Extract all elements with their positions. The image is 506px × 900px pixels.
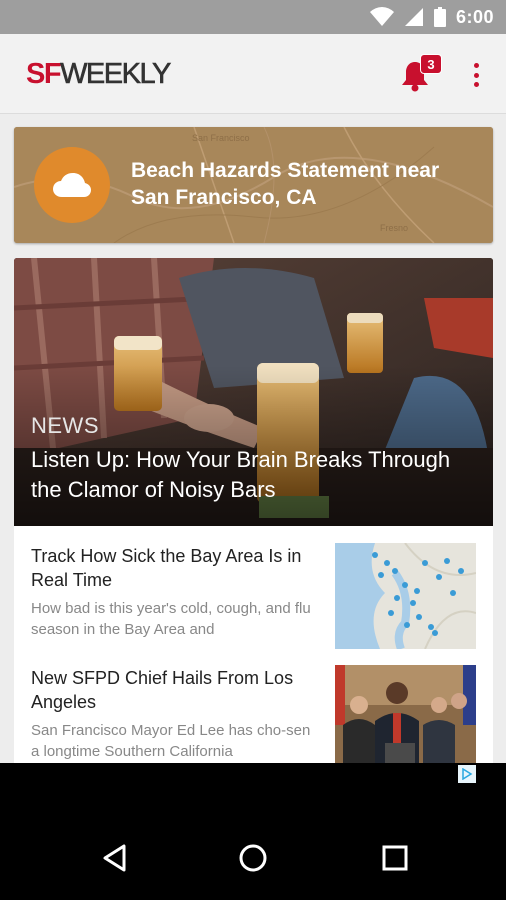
dot [473,72,479,78]
status-time: 6:00 [455,6,494,27]
dot [473,63,479,68]
signal-icon [404,8,423,26]
press-conference-image [335,665,476,765]
system-nav-bar [0,813,506,900]
back-icon[interactable] [100,843,130,873]
status-bar: 6:00 [0,0,506,34]
battery-icon [433,7,446,27]
alert-text: Beach Hazards Statement near San Francis… [131,159,440,209]
article-list: Track How Sick the Bay Area Is in Real T… [14,526,493,766]
weather-badge [34,147,110,223]
ad-choices-icon[interactable] [458,765,476,783]
article-summary: How bad is this year's cold, cough, and … [31,600,311,638]
cloud-icon [53,173,91,197]
article-title: Track How Sick the Bay Area Is in Real T… [31,546,302,590]
article-thumbnail [335,665,476,765]
list-item[interactable]: Track How Sick the Bay Area Is in Real T… [14,526,493,649]
article-thumbnail [335,543,476,649]
wifi-icon [369,7,394,27]
app-bar: SFWEEKLY 3 [0,34,506,114]
map-label-fresno: Fresno [380,223,408,233]
dot [473,82,479,87]
map-label-san-francisco: San Francisco [192,133,250,143]
hero-headline: Listen Up: How Your Brain Breaks Through… [31,447,451,502]
notifications-button[interactable]: 3 [400,54,442,92]
recents-icon[interactable] [380,843,410,873]
article-summary: San Francisco Mayor Ed Lee has cho-sen a… [31,722,311,760]
article-title: New SFPD Chief Hails From Los Angeles [31,668,294,712]
overflow-menu-button[interactable] [468,60,484,90]
weather-alert-card[interactable]: San Francisco Fresno Beach Hazards State… [14,127,493,243]
home-icon[interactable] [238,843,268,873]
notification-badge: 3 [420,54,442,74]
hero-category: NEWS [31,413,99,438]
list-item[interactable]: New SFPD Chief Hails From Los Angeles Sa… [14,648,493,766]
sf-weekly-logo[interactable]: SFWEEKLY [26,58,172,90]
logo-weekly-text: WEEKLY [60,58,172,90]
logo-sf-text: SF [26,58,62,90]
hero-story-card[interactable]: NEWS Listen Up: How Your Brain Breaks Th… [14,258,493,526]
ad-banner[interactable] [0,763,506,813]
map-thumbnail-image [335,543,476,649]
